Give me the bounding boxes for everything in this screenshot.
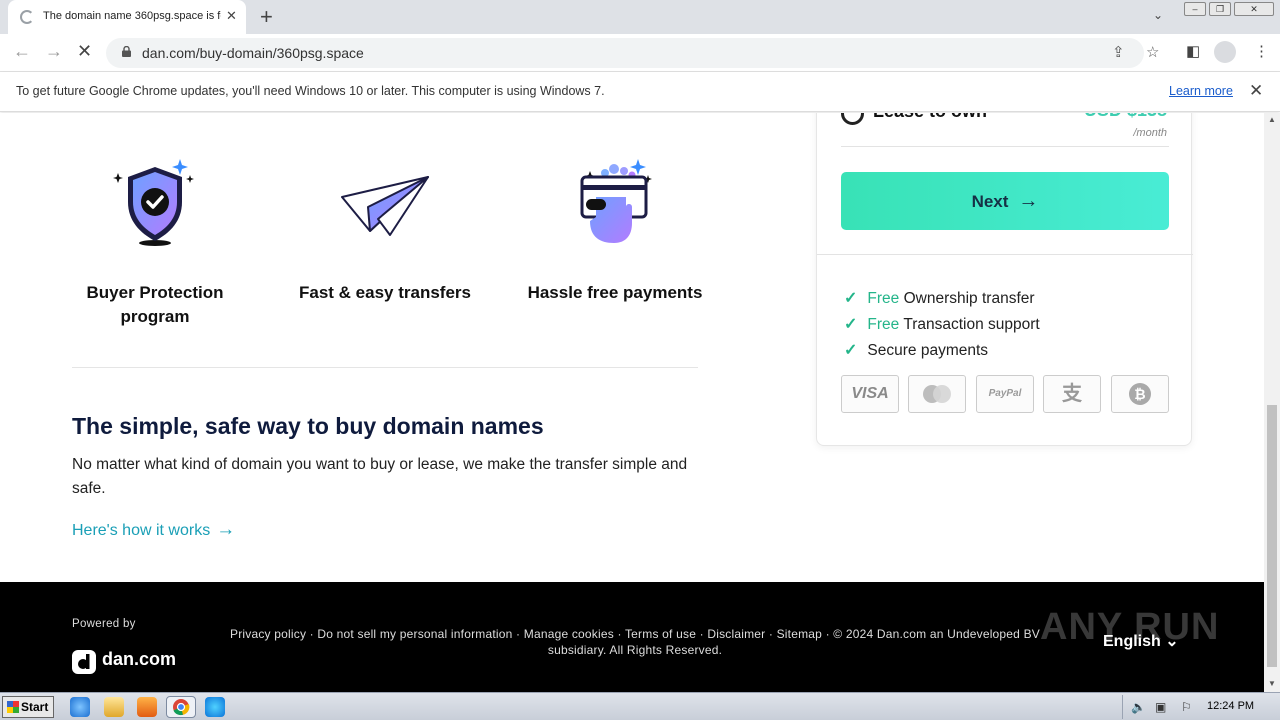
browser-toolbar: ← → ✕ dan.com/buy-domain/360psg.space ⇪ … [0, 34, 1280, 72]
shield-check-icon [113, 159, 194, 246]
bitcoin-icon: ₿ [1111, 375, 1169, 413]
section-headline: The simple, safe way to buy domain names [72, 413, 544, 439]
benefit-item: ✓ Secure payments [844, 340, 988, 360]
section-description: No matter what kind of domain you want t… [72, 456, 688, 497]
purchase-card: Lease to own USD $138 /month Next → ✓ Free… [816, 113, 1193, 446]
benefit-free-tag: Free [867, 290, 900, 307]
page-scrollbar[interactable]: ▲ ▼ [1264, 113, 1280, 692]
forward-icon[interactable]: → [45, 41, 63, 62]
chevron-down-icon: ⌄ [1165, 633, 1179, 650]
dan-logo-text: dan.com [102, 649, 177, 669]
action-center-flag-icon[interactable]: ⚐ [1181, 700, 1192, 714]
how-it-works-label: Here's how it works [72, 522, 211, 539]
tab-title: The domain name 360psg.space is fo [43, 10, 221, 22]
menu-kebab-icon[interactable]: ⋮ [1254, 42, 1269, 60]
start-button[interactable]: Start [2, 696, 54, 718]
card-divider [817, 254, 1193, 255]
infobar-message: To get future Google Chrome updates, you… [16, 84, 605, 98]
system-clock[interactable]: 12:24 PM [1207, 700, 1254, 712]
side-panel-icon[interactable]: ◧ [1186, 42, 1200, 60]
page-viewport: Buyer Protection program Fast & easy tra… [0, 113, 1264, 692]
powered-by-label: Powered by [72, 618, 136, 630]
tab-strip: The domain name 360psg.space is fo ✕ + ⌄… [0, 0, 1280, 34]
lease-period: /month [1133, 127, 1167, 139]
footer-links-line[interactable]: Privacy policy · Do not sell my personal… [200, 626, 1070, 642]
alipay-icon: 支 [1043, 375, 1101, 413]
network-icon[interactable]: ▣ [1155, 700, 1166, 714]
file-explorer-icon[interactable] [104, 697, 124, 717]
bookmark-star-icon[interactable]: ☆ [1146, 43, 1159, 61]
scroll-down-icon[interactable]: ▼ [1268, 679, 1276, 688]
feature-label: Fast & easy transfers [299, 283, 471, 302]
share-icon[interactable]: ⇪ [1112, 43, 1125, 61]
arrow-right-icon: → [216, 519, 236, 540]
profile-avatar-icon[interactable] [1214, 41, 1236, 63]
page-footer: Powered by dan.com Privacy policy · Do n… [0, 582, 1264, 692]
feature-hassle-free-payments: Hassle free payments [515, 157, 715, 305]
start-label: Start [21, 700, 49, 714]
update-infobar: To get future Google Chrome updates, you… [0, 72, 1280, 112]
lease-price: USD $138 [1084, 113, 1167, 121]
volume-icon[interactable]: 🔈 [1131, 700, 1146, 714]
footer-links[interactable]: Privacy policy · Do not sell my personal… [200, 626, 1070, 658]
new-tab-icon[interactable]: + [260, 4, 273, 30]
chevron-down-icon[interactable]: ⌄ [1153, 8, 1163, 22]
language-selector[interactable]: English ⌄ [1103, 631, 1179, 651]
card-hand-icon [580, 159, 652, 243]
back-icon[interactable]: ← [13, 41, 31, 62]
dan-logo-mark-icon [72, 650, 96, 674]
loading-spinner-icon [20, 10, 34, 24]
close-window-icon[interactable]: ✕ [1234, 2, 1274, 16]
url-text: dan.com/buy-domain/360psg.space [142, 45, 364, 61]
benefit-item: ✓ Free Ownership transfer [844, 288, 1035, 308]
chrome-taskbar-button[interactable] [166, 696, 196, 718]
benefit-item: ✓ Free Transaction support [844, 314, 1040, 334]
internet-explorer-icon[interactable] [70, 697, 90, 717]
system-tray: 🔈 ▣ ⚐ 12:24 PM [1122, 695, 1278, 719]
restore-window-icon[interactable]: ❐ [1209, 2, 1231, 16]
lease-to-own-label: Lease to own [873, 113, 987, 122]
feature-buyer-protection: Buyer Protection program [55, 157, 255, 329]
minimize-window-icon[interactable]: – [1184, 2, 1206, 16]
next-button-label: Next [971, 192, 1009, 211]
footer-links-line: subsidiary. All Rights Reserved. [547, 643, 723, 657]
close-tab-icon[interactable]: ✕ [226, 8, 237, 24]
how-it-works-link[interactable]: Here's how it works → [72, 519, 235, 541]
visa-icon: VISA [841, 375, 899, 413]
mastercard-icon [908, 375, 966, 413]
learn-more-link[interactable]: Learn more [1169, 84, 1233, 98]
arrow-right-icon: → [1018, 190, 1039, 212]
scroll-up-icon[interactable]: ▲ [1268, 115, 1276, 124]
windows-logo-icon [7, 701, 19, 713]
lock-icon [122, 46, 131, 57]
benefit-text: Ownership transfer [903, 290, 1035, 307]
check-icon: ✓ [844, 342, 858, 359]
close-infobar-icon[interactable]: ✕ [1249, 81, 1263, 101]
scroll-thumb[interactable] [1267, 405, 1277, 667]
check-icon: ✓ [844, 290, 858, 307]
language-label: English [1103, 633, 1161, 650]
card-divider [841, 146, 1169, 147]
check-icon: ✓ [844, 316, 858, 333]
feature-label: Hassle free payments [527, 283, 703, 302]
benefit-text: Secure payments [867, 342, 989, 359]
lease-to-own-radio[interactable] [841, 113, 864, 125]
paypal-icon: PayPal [976, 375, 1034, 413]
address-bar[interactable]: dan.com/buy-domain/360psg.space ⇪ ☆ [106, 38, 1159, 68]
feature-fast-transfers: Fast & easy transfers [285, 157, 485, 305]
media-player-icon[interactable] [137, 697, 157, 717]
paper-plane-icon [341, 176, 429, 236]
stop-loading-icon[interactable]: ✕ [77, 41, 92, 62]
feature-label: Buyer Protection program [86, 283, 224, 326]
next-button[interactable]: Next → [841, 172, 1169, 230]
edge-icon[interactable] [205, 697, 225, 717]
windows-taskbar: Start 🔈 ▣ ⚐ 12:24 PM [0, 692, 1280, 720]
browser-tab[interactable]: The domain name 360psg.space is fo ✕ [8, 0, 246, 34]
svg-text:₿: ₿ [1134, 387, 1145, 403]
benefit-free-tag: Free [867, 316, 900, 333]
benefit-text: Transaction support [903, 316, 1040, 333]
section-divider [72, 367, 698, 368]
chrome-icon [173, 699, 190, 716]
